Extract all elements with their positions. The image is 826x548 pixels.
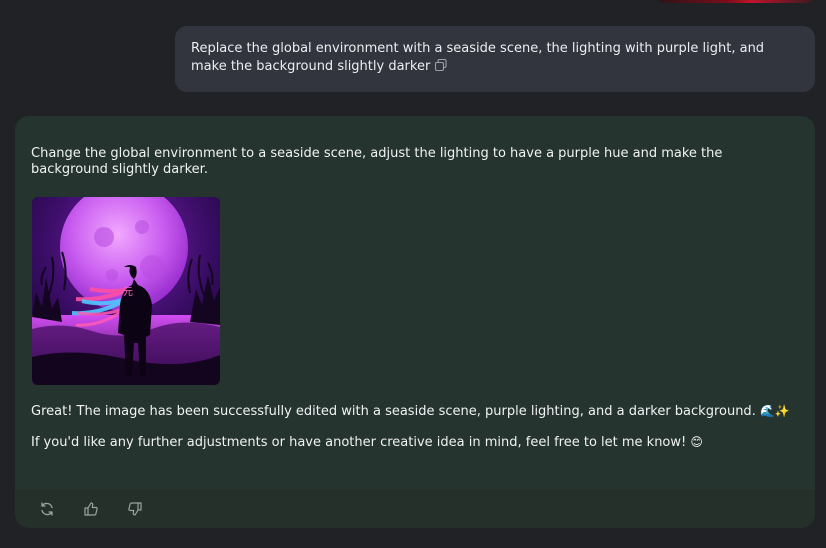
image-chest-glyph: 元 (123, 287, 133, 298)
message-actions-toolbar (15, 489, 815, 528)
user-message-bubble: Replace the global environment with a se… (175, 26, 815, 92)
assistant-intro-text: Change the global environment to a seasi… (31, 146, 723, 177)
assistant-followup-text: If you'd like any further adjustments or… (31, 434, 801, 451)
user-message-text: Replace the global environment with a se… (191, 40, 799, 78)
generated-image[interactable]: 元 (32, 197, 220, 385)
copy-icon[interactable] (434, 58, 448, 78)
assistant-result-text: Great! The image has been successfully e… (31, 403, 801, 420)
thumbs-down-icon[interactable] (125, 499, 145, 519)
assistant-followup-content: If you'd like any further adjustments or… (31, 435, 687, 450)
thumbs-up-icon[interactable] (81, 499, 101, 519)
user-message-content: Replace the global environment with a se… (191, 41, 765, 74)
regenerate-icon[interactable] (37, 499, 57, 519)
assistant-message-card: Change the global environment to a seasi… (15, 116, 815, 528)
assistant-result-content: Great! The image has been successfully e… (31, 404, 756, 419)
smile-emoji: 😊 (690, 435, 703, 449)
wave-sparkles-emoji: 🌊✨ (759, 404, 790, 418)
previous-image-thumbnail[interactable] (656, 0, 814, 3)
